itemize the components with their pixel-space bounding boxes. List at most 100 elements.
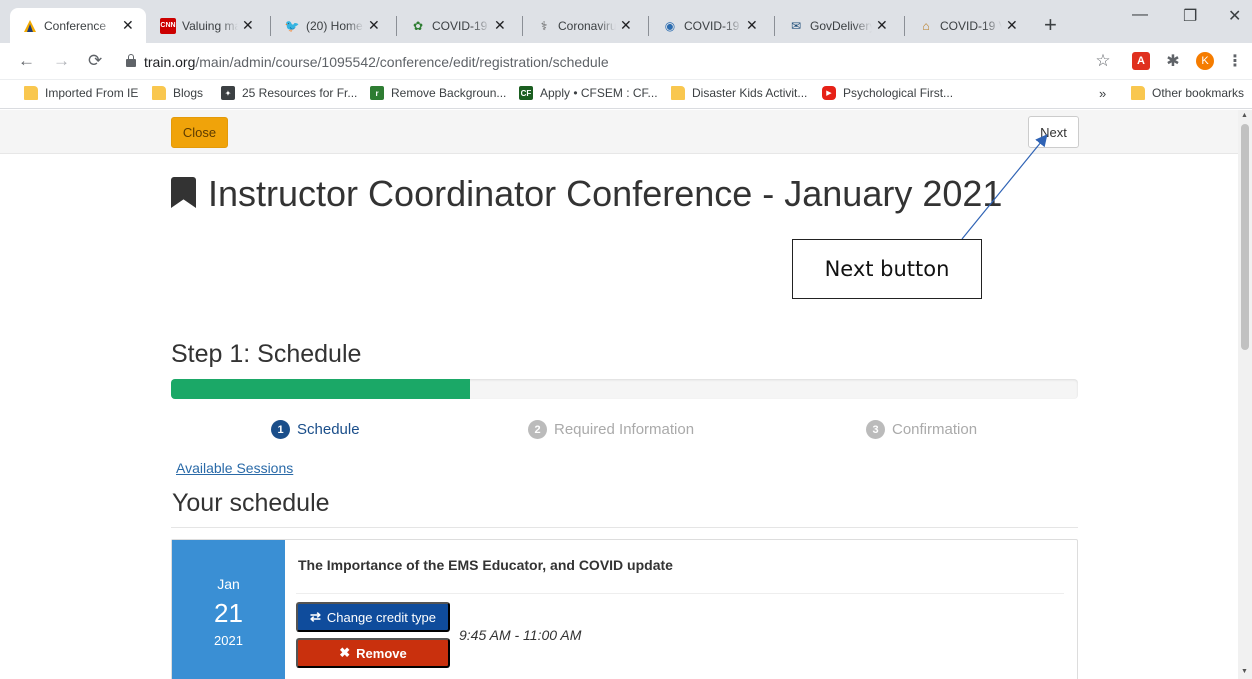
close-icon[interactable]: ✕ (368, 17, 382, 34)
profile-avatar[interactable]: K (1196, 52, 1214, 70)
tab-title: COVID-19 Va (940, 18, 1002, 33)
button-label: Remove (356, 645, 407, 661)
tab-separator (648, 16, 649, 36)
twitter-icon: 🐦 (284, 18, 300, 33)
tab-title: COVID-19 va (684, 18, 742, 33)
browser-tab[interactable]: ✉ GovDelivery ✕ (776, 8, 900, 43)
close-icon[interactable]: ✕ (494, 17, 508, 34)
close-icon[interactable]: ✕ (620, 17, 634, 34)
tab-separator (270, 16, 271, 36)
address-bar[interactable]: train.org/main/admin/course/1095542/conf… (118, 47, 1118, 76)
bookmarks-overflow[interactable]: » (1099, 86, 1106, 101)
step-number-badge: 2 (528, 420, 547, 439)
session-day: 21 (214, 598, 243, 628)
url-host: train.org (144, 53, 196, 70)
button-label: Change credit type (326, 609, 437, 625)
browser-tab[interactable]: 🐦 (20) Home / ✕ (272, 8, 392, 43)
url-text: train.org/main/admin/course/1095542/conf… (144, 54, 609, 70)
extensions-icon[interactable]: ✱ (1164, 52, 1182, 70)
back-button[interactable]: ← (18, 51, 35, 71)
page-content: Close Next Instructor Coordinator Confer… (0, 110, 1238, 679)
callout-arrow (961, 134, 1048, 240)
wizard-step-schedule[interactable]: 1 Schedule (271, 420, 360, 439)
browser-tab[interactable]: ⚕ Coronavirus ✕ (524, 8, 644, 43)
acrobat-icon[interactable]: A (1132, 52, 1150, 70)
x-icon: ✖ (339, 645, 351, 660)
scroll-up-arrow-icon[interactable]: ▲ (1241, 112, 1248, 119)
minimize-button[interactable]: — (1132, 6, 1148, 24)
bookmark-item[interactable]: CF Apply • CFSEM : CF... (519, 86, 658, 100)
close-icon[interactable]: ✕ (122, 17, 136, 34)
url-path: /main/admin/course/1095542/conference/ed… (195, 53, 609, 70)
stethoscope-icon: ⚕ (540, 18, 548, 33)
bookmarks-bar: Imported From IE Blogs ✦ 25 Resources fo… (0, 80, 1252, 109)
forward-button[interactable]: → (53, 51, 70, 71)
building-icon: ⌂ (922, 18, 930, 33)
session-month: Jan (217, 576, 240, 592)
scrollbar-thumb[interactable] (1241, 124, 1249, 350)
step-label: Schedule (297, 421, 360, 438)
bookmark-item[interactable]: ✦ 25 Resources for Fr... (221, 86, 357, 100)
close-icon[interactable]: ✕ (242, 17, 256, 34)
bookmark-item[interactable]: Disaster Kids Activit... (671, 86, 807, 100)
change-credit-type-button[interactable]: ⇄ Change credit type (296, 602, 450, 632)
progress-bar (171, 379, 1078, 399)
other-bookmarks[interactable]: Other bookmarks (1131, 86, 1244, 100)
menu-icon[interactable]: ⋮ (1226, 52, 1244, 70)
window-close-button[interactable]: ✕ (1228, 6, 1241, 26)
close-icon[interactable]: ✕ (876, 17, 890, 34)
tab-title: Conference (44, 18, 107, 33)
green-icon: r (370, 86, 384, 100)
reload-button[interactable]: ⟳ (88, 51, 102, 71)
browser-tab[interactable]: ◉ COVID-19 va ✕ (650, 8, 770, 43)
progress-fill (171, 379, 471, 399)
browser-tab[interactable]: ✿ COVID-19 Va ✕ (398, 8, 518, 43)
browser-tab-conference[interactable]: Conference ✕ (10, 8, 146, 43)
swap-arrows-icon: ⇄ (309, 609, 321, 624)
bookmark-label: Remove Backgroun... (391, 86, 507, 100)
close-icon[interactable]: ✕ (1006, 17, 1020, 34)
youtube-icon: ▶ (822, 86, 836, 100)
step-number-badge: 3 (866, 420, 885, 439)
browser-tab[interactable]: CNN Valuing male ✕ (148, 8, 266, 43)
page-scrollbar[interactable]: ▲ ▼ (1238, 110, 1252, 679)
covid-icon: ✿ (412, 18, 424, 33)
bookmark-item[interactable]: r Remove Backgroun... (370, 86, 506, 100)
wizard-step-required-information[interactable]: 2 Required Information (528, 420, 694, 439)
scroll-down-arrow-icon[interactable]: ▼ (1241, 668, 1248, 675)
restore-button[interactable]: ❐ (1183, 6, 1197, 26)
available-sessions-link[interactable]: Available Sessions (176, 460, 293, 476)
tab-title: (20) Home / (306, 18, 364, 33)
step-label: Confirmation (892, 421, 978, 438)
wizard-step-confirmation[interactable]: 3 Confirmation (866, 420, 977, 439)
cnn-icon: CNN (160, 17, 176, 34)
bookmark-label: 25 Resources for Fr... (242, 86, 358, 100)
session-time: 9:45 AM - 11:00 AM (459, 627, 582, 643)
session-card: Jan 21 2021 The Importance of the EMS Ed… (171, 539, 1078, 679)
session-date-block: Jan 21 2021 (172, 540, 285, 679)
step-number-badge: 1 (271, 420, 290, 439)
schedule-heading: Your schedule (172, 489, 330, 517)
remove-button[interactable]: ✖ Remove (296, 638, 450, 668)
close-icon[interactable]: ✕ (746, 17, 760, 34)
triangle-icon (22, 18, 38, 34)
tab-title: Valuing male (182, 18, 238, 33)
bookmark-label: Other bookmarks (1152, 86, 1245, 100)
globe-icon: ◉ (664, 18, 676, 33)
cf-icon: CF (519, 86, 533, 100)
bookmark-item[interactable]: Imported From IE (24, 86, 138, 100)
page-icon: ✦ (221, 86, 235, 100)
lock-icon (126, 54, 136, 67)
step-label: Required Information (554, 421, 695, 438)
folder-icon (24, 86, 38, 100)
bookmark-item[interactable]: Blogs (152, 86, 203, 100)
session-title: The Importance of the EMS Educator, and … (298, 557, 673, 573)
divider (171, 527, 1078, 528)
tab-separator (396, 16, 397, 36)
tab-separator (522, 16, 523, 36)
new-tab-button[interactable]: + (1044, 12, 1057, 38)
browser-toolbar: ← → ⟳ train.org/main/admin/course/109554… (0, 43, 1252, 80)
browser-tab[interactable]: ⌂ COVID-19 Va ✕ (906, 8, 1030, 43)
bookmark-item[interactable]: ▶ Psychological First... (822, 86, 953, 100)
star-icon[interactable]: ☆ (1094, 51, 1112, 70)
